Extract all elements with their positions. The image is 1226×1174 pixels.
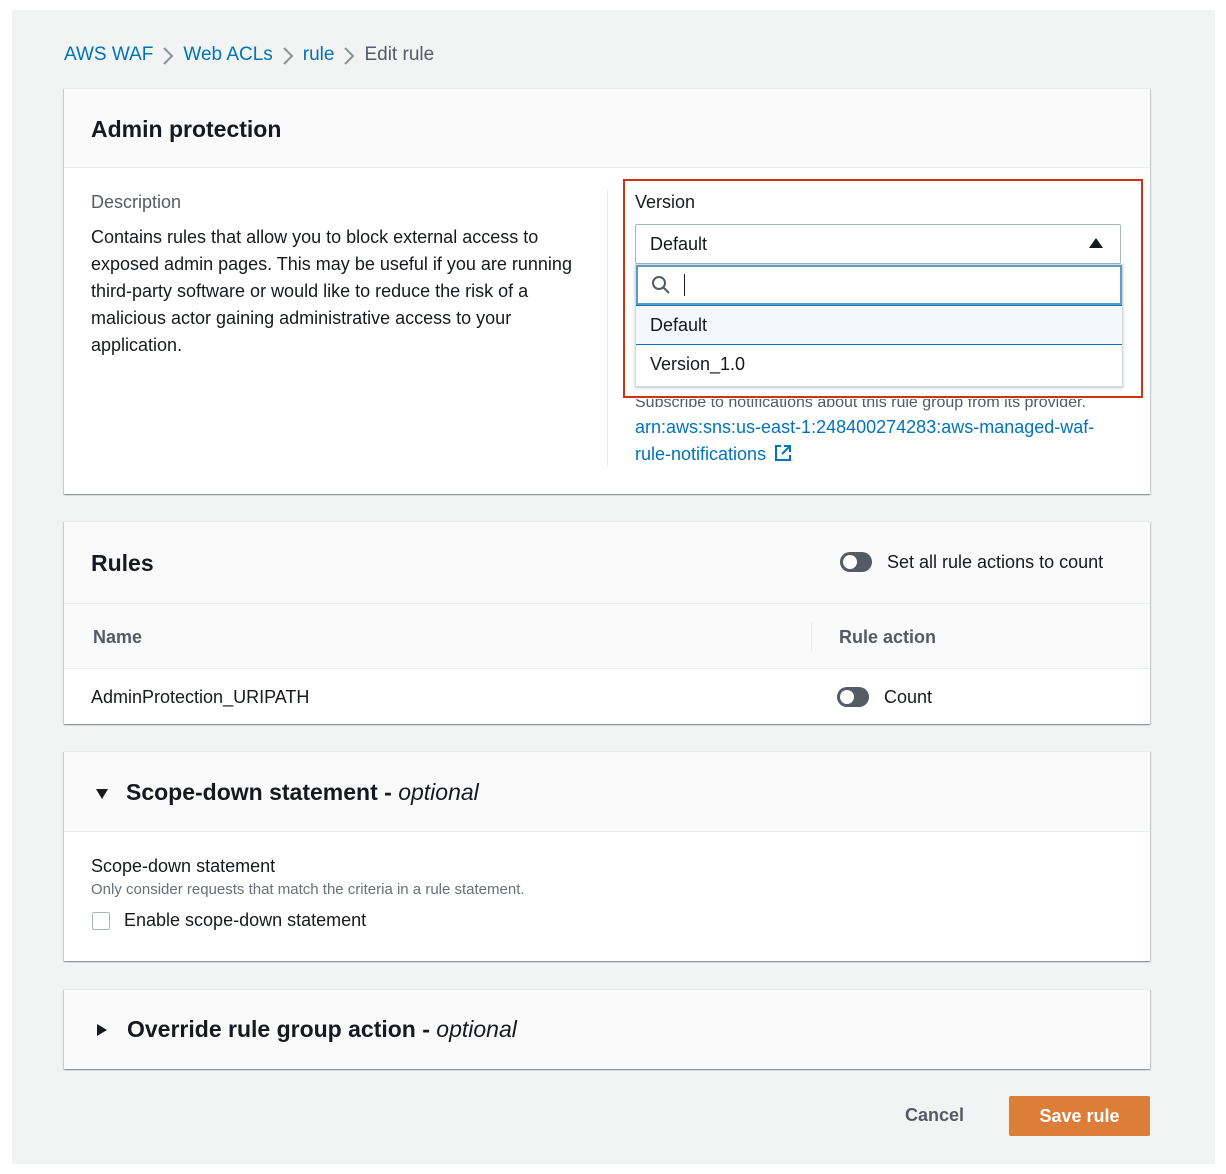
cancel-button[interactable]: Cancel	[905, 1105, 964, 1126]
version-option-1-0[interactable]: Version_1.0	[636, 345, 1122, 383]
chevron-right-icon	[153, 42, 183, 68]
rule-count-toggle[interactable]	[837, 687, 869, 707]
rules-panel: Rules Set all rule actions to count Name…	[64, 521, 1150, 724]
scope-down-help: Only consider requests that match the cr…	[91, 881, 525, 898]
set-all-count-label: Set all rule actions to count	[887, 552, 1104, 572]
column-divider	[607, 189, 608, 467]
chevron-right-icon	[334, 42, 364, 68]
title-text: Scope-down statement -	[126, 779, 399, 805]
panel-title: Override rule group action - optional	[127, 1016, 517, 1043]
text-cursor	[684, 274, 685, 296]
panel-title: Rules	[91, 550, 154, 576]
version-select[interactable]: Default	[635, 224, 1121, 264]
sns-arn-link[interactable]: arn:aws:sns:us-east-1:248400274283:aws-m…	[635, 414, 1115, 468]
title-optional: optional	[398, 779, 479, 805]
external-link-icon	[775, 445, 792, 461]
version-option-default[interactable]: Default	[636, 305, 1122, 345]
caret-right-icon	[97, 1024, 107, 1036]
title-text: Override rule group action -	[127, 1016, 437, 1042]
panel-header: Rules Set all rule actions to count	[64, 522, 1150, 604]
panel-title: Admin protection	[91, 116, 282, 142]
chevron-right-icon	[273, 42, 303, 68]
title-optional: optional	[436, 1016, 517, 1042]
breadcrumb-current: Edit rule	[364, 44, 435, 65]
set-all-count-toggle[interactable]	[840, 552, 872, 572]
search-icon	[652, 276, 670, 294]
caret-up-icon	[1089, 238, 1103, 248]
option-label: Default	[650, 315, 708, 335]
version-label: Version	[635, 192, 696, 212]
rule-name: AdminProtection_URIPATH	[91, 687, 310, 707]
sns-note: Subscribe to notifications about this ru…	[635, 394, 1086, 411]
table-header: Name Rule action	[64, 604, 1150, 669]
scope-down-header[interactable]: Scope-down statement - optional	[64, 752, 1150, 832]
override-panel[interactable]: Override rule group action - optional	[64, 989, 1150, 1069]
enable-scope-down-label[interactable]: Enable scope-down statement	[124, 910, 366, 931]
scope-down-panel: Scope-down statement - optional Scope-do…	[64, 751, 1150, 961]
column-separator	[811, 622, 812, 652]
column-header-name: Name	[93, 627, 143, 647]
version-search-input[interactable]	[636, 265, 1122, 305]
admin-protection-panel: Admin protection Description Contains ru…	[64, 88, 1150, 494]
rule-action-label: Count	[884, 687, 933, 707]
breadcrumb-aws-waf[interactable]: AWS WAF	[64, 44, 153, 66]
scope-down-label: Scope-down statement	[91, 856, 276, 876]
breadcrumb-rule[interactable]: rule	[303, 44, 335, 66]
panel-header: Admin protection	[64, 89, 1150, 168]
caret-down-icon	[96, 789, 108, 799]
description-text: Contains rules that allow you to block e…	[91, 227, 572, 355]
version-dropdown: Default Version_1.0	[635, 264, 1123, 387]
description-label: Description	[91, 192, 182, 212]
enable-scope-down-checkbox[interactable]	[92, 912, 110, 930]
option-label: Version_1.0	[650, 354, 746, 374]
column-header-rule-action: Rule action	[839, 627, 937, 647]
sns-arn-text: arn:aws:sns:us-east-1:248400274283:aws-m…	[635, 417, 1095, 464]
panel-title: Scope-down statement - optional	[126, 779, 479, 806]
version-selected-value: Default	[650, 234, 708, 254]
breadcrumb-web-acls[interactable]: Web ACLs	[183, 44, 272, 66]
save-rule-button[interactable]: Save rule	[1009, 1096, 1150, 1136]
breadcrumb: AWS WAF Web ACLs rule Edit rule	[64, 42, 434, 68]
